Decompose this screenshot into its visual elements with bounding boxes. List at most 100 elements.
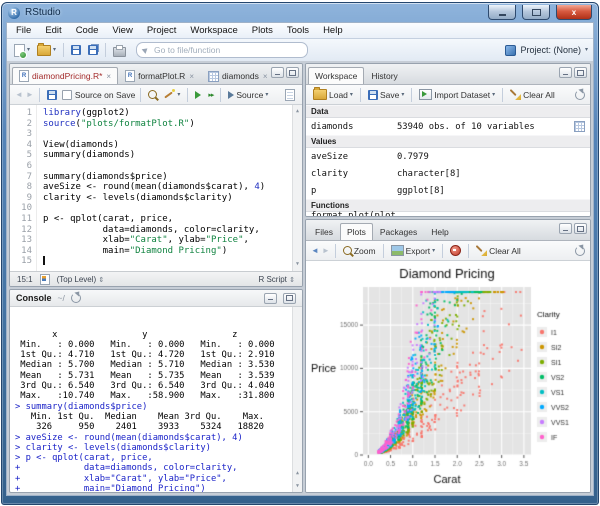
zoom-plot-button[interactable]: Zoom (341, 242, 378, 259)
code-token: View(diamonds) (43, 140, 119, 150)
console-output[interactable]: x y z Min. : 0.000 Min. : 0.000 Min. : 0… (10, 307, 302, 492)
save-icon (47, 90, 57, 100)
export-plot-button[interactable]: Export▾ (389, 242, 438, 259)
next-plot-button[interactable]: ► (322, 247, 330, 255)
compile-notebook-button[interactable] (283, 86, 297, 103)
close-button[interactable]: x (556, 5, 592, 20)
object-row-clarity[interactable]: claritycharacter[8] (306, 165, 590, 182)
load-label: Load (329, 90, 348, 100)
console-line: Mean : 5.731 Mean : 5.735 Mean : 3.539 (15, 371, 292, 381)
object-row-diamonds[interactable]: diamonds53940 obs. of 10 variables (306, 118, 590, 135)
refresh-icon[interactable] (575, 90, 585, 100)
scroll-down-icon[interactable]: ▼ (296, 259, 299, 270)
run-icon (195, 91, 201, 99)
plot-display-area (306, 261, 590, 492)
pane-minimize-button[interactable] (271, 67, 284, 78)
new-file-button[interactable]: ▾ (12, 42, 32, 59)
scope-selector[interactable]: (Top Level) ⇕ (57, 275, 105, 284)
menu-project[interactable]: Project (140, 23, 184, 38)
remove-plot-button[interactable] (448, 242, 463, 259)
tab-plots[interactable]: Plots (340, 223, 373, 240)
source-tabs: RdiamondPricing.R*×RformatPlot.R×diamond… (12, 67, 275, 84)
refresh-icon[interactable] (71, 293, 81, 303)
clear-plots-button[interactable]: Clear All (474, 242, 523, 259)
pane-maximize-button[interactable] (283, 293, 296, 304)
menu-workspace[interactable]: Workspace (183, 23, 244, 38)
save-workspace-button[interactable]: Save▾ (366, 86, 406, 103)
code-line: aveSize <- round(mean(diamonds$carat), 4… (43, 182, 302, 193)
line-number: 8 (10, 182, 32, 193)
editor-save-button[interactable] (45, 86, 59, 103)
object-row-formatplotplotsize[interactable]: format.plot(plot, size) (306, 212, 590, 216)
pane-minimize-button[interactable] (559, 223, 572, 234)
file-type-selector[interactable]: R Script ⇕ (258, 275, 295, 284)
project-selector[interactable]: Project: (None) ▾ (505, 45, 588, 56)
pane-maximize-button[interactable] (574, 67, 587, 78)
chevron-down-icon: ▾ (27, 47, 30, 53)
pane-maximize-button[interactable] (286, 67, 299, 78)
window-client-area: FileEditCodeViewProjectWorkspacePlotsToo… (6, 22, 594, 496)
find-replace-button[interactable] (146, 86, 159, 103)
previous-plot-button[interactable]: ◄ (311, 247, 319, 255)
save-button[interactable] (69, 42, 83, 59)
pane-minimize-button[interactable] (559, 67, 572, 78)
scroll-down-icon[interactable]: ▼ (296, 481, 299, 491)
minimize-button[interactable] (488, 5, 516, 20)
console-scrollbar[interactable]: ▲▼ (292, 307, 302, 492)
goto-file-search[interactable] (136, 42, 308, 58)
plots-pane: FilesPlotsPackagesHelp ◄ ► Zoom Export▾ (305, 219, 591, 493)
save-all-button[interactable] (86, 42, 100, 59)
tab-workspace[interactable]: Workspace (308, 67, 364, 84)
tab-history[interactable]: History (364, 67, 404, 84)
console-header[interactable]: Console ~/ (10, 290, 302, 307)
pane-maximize-button[interactable] (574, 223, 587, 234)
source-tab-diamondpricingr[interactable]: RdiamondPricing.R*× (12, 67, 118, 84)
refresh-icon[interactable] (575, 246, 585, 256)
r-file-icon: R (125, 70, 135, 82)
menu-tools[interactable]: Tools (280, 23, 316, 38)
object-row-aveSize[interactable]: aveSize0.7979 (306, 148, 590, 165)
maximize-button[interactable] (522, 5, 550, 20)
line-number: 14 (10, 246, 32, 257)
source-on-save-label: Source on Save (75, 90, 135, 100)
load-workspace-button[interactable]: Load▾ (311, 86, 355, 103)
title-bar[interactable]: R RStudio x (2, 3, 598, 22)
view-data-grid-icon[interactable] (574, 121, 585, 132)
clear-all-button[interactable]: Clear All (508, 86, 557, 103)
tab-files[interactable]: Files (308, 223, 340, 240)
toolbar-separator (360, 88, 361, 102)
close-icon[interactable]: × (106, 72, 111, 81)
menu-file[interactable]: File (9, 23, 38, 38)
tab-help[interactable]: Help (424, 223, 455, 240)
source-button[interactable]: Source▾ (226, 86, 270, 103)
import-dataset-button[interactable]: Import Dataset▾ (417, 86, 497, 103)
menu-code[interactable]: Code (69, 23, 106, 38)
print-button[interactable] (111, 42, 128, 59)
pane-minimize-button[interactable] (264, 293, 277, 304)
editor-scrollbar[interactable]: ▲▼ (292, 105, 302, 271)
tab-packages[interactable]: Packages (373, 223, 424, 240)
open-file-button[interactable]: ▾ (35, 42, 58, 59)
source-on-save-checkbox[interactable] (62, 90, 72, 100)
forward-button[interactable]: ► (26, 91, 34, 99)
goto-file-input[interactable] (152, 44, 301, 56)
code-editor[interactable]: 123456789101112131415 library(ggplot2)so… (10, 105, 302, 271)
rerun-button[interactable]: ▸▸ (206, 86, 215, 103)
object-row-p[interactable]: pggplot[8] (306, 182, 590, 199)
scroll-up-icon[interactable]: ▲ (296, 106, 299, 117)
scroll-up-icon[interactable]: ▲ (296, 468, 299, 478)
object-name: clarity (311, 169, 397, 179)
menu-view[interactable]: View (105, 23, 139, 38)
run-button[interactable] (193, 86, 203, 103)
back-button[interactable]: ◄ (15, 91, 23, 99)
code-tools-button[interactable]: ▾ (162, 86, 182, 103)
menu-edit[interactable]: Edit (38, 23, 68, 38)
menu-help[interactable]: Help (316, 23, 350, 38)
source-tab-diamonds[interactable]: diamonds× (201, 67, 275, 84)
code-lines[interactable]: library(ggplot2)source("plots/formatPlot… (37, 105, 302, 271)
close-icon[interactable]: × (189, 72, 194, 81)
close-icon[interactable]: × (263, 72, 268, 81)
console-pane: Console ~/ x y z Min. : 0.000 Min. : 0.0… (9, 289, 303, 493)
source-tab-formatplotr[interactable]: RformatPlot.R× (118, 67, 201, 84)
menu-plots[interactable]: Plots (245, 23, 280, 38)
